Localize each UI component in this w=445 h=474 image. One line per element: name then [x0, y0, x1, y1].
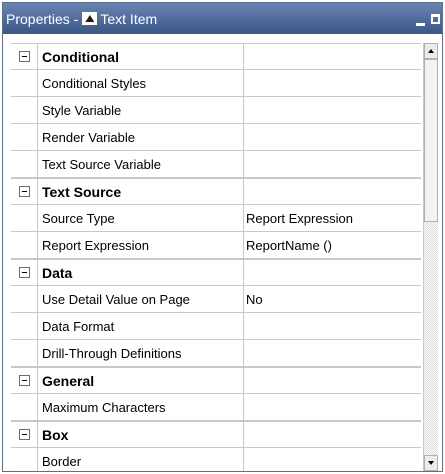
property-value[interactable] [244, 448, 421, 471]
category-row-conditional[interactable]: Conditional [11, 43, 421, 70]
scrollbar-thumb[interactable] [424, 59, 438, 222]
category-name: Data [38, 260, 244, 285]
window-buttons [416, 3, 440, 34]
gutter [11, 448, 38, 471]
property-value[interactable]: Report Expression [244, 205, 421, 231]
property-row[interactable]: Render Variable [11, 124, 421, 151]
property-name: Data Format [38, 313, 244, 339]
gutter [11, 368, 38, 393]
gutter [11, 179, 38, 204]
maximize-icon[interactable] [431, 13, 440, 24]
titlebar-item-label: Text Item [100, 10, 158, 27]
property-value[interactable] [244, 97, 421, 123]
category-row-data[interactable]: Data [11, 259, 421, 286]
gutter [11, 124, 38, 150]
property-row[interactable]: Conditional Styles [11, 70, 421, 97]
scroll-up-arrow-icon[interactable] [424, 43, 438, 59]
minimize-icon[interactable] [416, 23, 425, 26]
property-value[interactable] [244, 70, 421, 96]
property-row[interactable]: Maximum Characters [11, 394, 421, 421]
property-grid: Conditional Conditional Styles Style Var… [11, 43, 421, 471]
property-name: Style Variable [38, 97, 244, 123]
category-name: Box [38, 422, 244, 447]
category-value [244, 179, 421, 204]
collapse-icon[interactable] [18, 375, 30, 386]
category-row-box[interactable]: Box [11, 421, 421, 448]
property-row[interactable]: Text Source Variable [11, 151, 421, 178]
category-name: General [38, 368, 244, 393]
gutter [11, 232, 38, 258]
property-name: Use Detail Value on Page [38, 286, 244, 312]
gutter [11, 97, 38, 123]
category-row-general[interactable]: General [11, 367, 421, 394]
category-name: Text Source [38, 179, 244, 204]
category-value [244, 422, 421, 447]
property-name: Report Expression [38, 232, 244, 258]
properties-titlebar[interactable]: Properties - Text Item [3, 3, 442, 34]
property-name: Conditional Styles [38, 70, 244, 96]
property-name: Source Type [38, 205, 244, 231]
category-name: Conditional [38, 44, 244, 69]
gutter [11, 394, 38, 420]
gutter [11, 422, 38, 447]
property-value[interactable] [244, 340, 421, 366]
gutter [11, 44, 38, 69]
gutter [11, 313, 38, 339]
scroll-down-arrow-icon[interactable] [424, 455, 438, 471]
collapse-icon[interactable] [18, 186, 30, 197]
gutter [11, 286, 38, 312]
property-row[interactable]: Report Expression ReportName () [11, 232, 421, 259]
property-name: Border [38, 448, 244, 471]
property-value[interactable]: No [244, 286, 421, 312]
gutter [11, 151, 38, 177]
collapse-icon[interactable] [18, 267, 30, 278]
property-name: Render Variable [38, 124, 244, 150]
property-name: Drill-Through Definitions [38, 340, 244, 366]
property-row[interactable]: Drill-Through Definitions [11, 340, 421, 367]
gutter [11, 205, 38, 231]
category-value [244, 368, 421, 393]
property-value[interactable] [244, 394, 421, 420]
titlebar-label: Properties - [6, 10, 79, 27]
gutter [11, 70, 38, 96]
category-value [244, 44, 421, 69]
collapse-icon[interactable] [18, 51, 30, 62]
gutter [11, 340, 38, 366]
text-item-icon [82, 12, 98, 25]
property-name: Text Source Variable [38, 151, 244, 177]
vertical-scrollbar[interactable] [423, 43, 438, 471]
property-row[interactable]: Style Variable [11, 97, 421, 124]
property-value[interactable] [244, 151, 421, 177]
property-name: Maximum Characters [38, 394, 244, 420]
property-row[interactable]: Border [11, 448, 421, 471]
property-row[interactable]: Data Format [11, 313, 421, 340]
property-row[interactable]: Use Detail Value on Page No [11, 286, 421, 313]
property-value[interactable] [244, 124, 421, 150]
property-row[interactable]: Source Type Report Expression [11, 205, 421, 232]
properties-panel: Properties - Text Item Conditional Condi… [2, 2, 443, 472]
gutter [11, 260, 38, 285]
property-value[interactable] [244, 313, 421, 339]
category-row-text-source[interactable]: Text Source [11, 178, 421, 205]
category-value [244, 260, 421, 285]
collapse-icon[interactable] [18, 429, 30, 440]
property-value[interactable]: ReportName () [244, 232, 421, 258]
